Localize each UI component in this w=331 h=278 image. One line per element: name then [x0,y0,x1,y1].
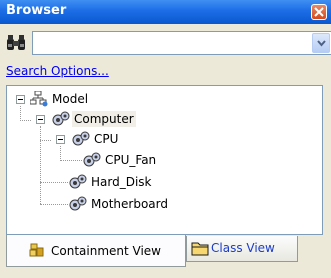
tree-node-hard-disk[interactable]: Hard_Disk [89,174,154,190]
binoculars-icon[interactable] [6,34,26,52]
gear-icon [83,152,101,167]
search-options-link[interactable]: Search Options... [6,64,109,78]
collapse-toggle-model[interactable] [16,95,25,104]
chevron-down-icon [317,40,326,47]
collapse-toggle-computer[interactable] [36,115,45,124]
tree-node-cpu[interactable]: CPU [92,131,120,147]
tab-containment-view-label: Containment View [51,244,161,258]
model-icon [30,91,48,107]
window-title: Browser [6,3,67,18]
tree-node-computer[interactable]: Computer [72,111,136,127]
dropdown-button[interactable] [312,33,330,53]
gear-icon [52,111,70,126]
tree-view: Model Computer CPU CPU_Fan Hard_Disk Mot… [6,85,323,235]
search-input[interactable] [33,32,311,54]
gear-icon [69,174,87,189]
gear-icon [69,196,87,211]
close-button[interactable] [311,4,327,20]
containment-icon [29,243,44,257]
gear-icon [72,131,90,146]
tree-node-model[interactable]: Model [50,91,90,107]
collapse-toggle-cpu[interactable] [56,135,65,144]
tab-containment-view[interactable]: Containment View [6,235,186,267]
tree-node-motherboard[interactable]: Motherboard [89,196,170,212]
close-icon [314,7,324,17]
search-row [6,31,331,57]
tab-class-view-label: Class View [211,241,275,255]
tree-node-cpu-fan[interactable]: CPU_Fan [103,152,158,168]
tab-class-view[interactable]: Class View [186,236,298,262]
folder-icon [191,242,209,256]
search-combo[interactable] [32,31,331,55]
title-bar[interactable]: Browser [0,0,331,24]
browser-window: Browser Search Options... Model Computer… [0,0,331,278]
view-tabs: Containment View Class View [6,235,328,275]
